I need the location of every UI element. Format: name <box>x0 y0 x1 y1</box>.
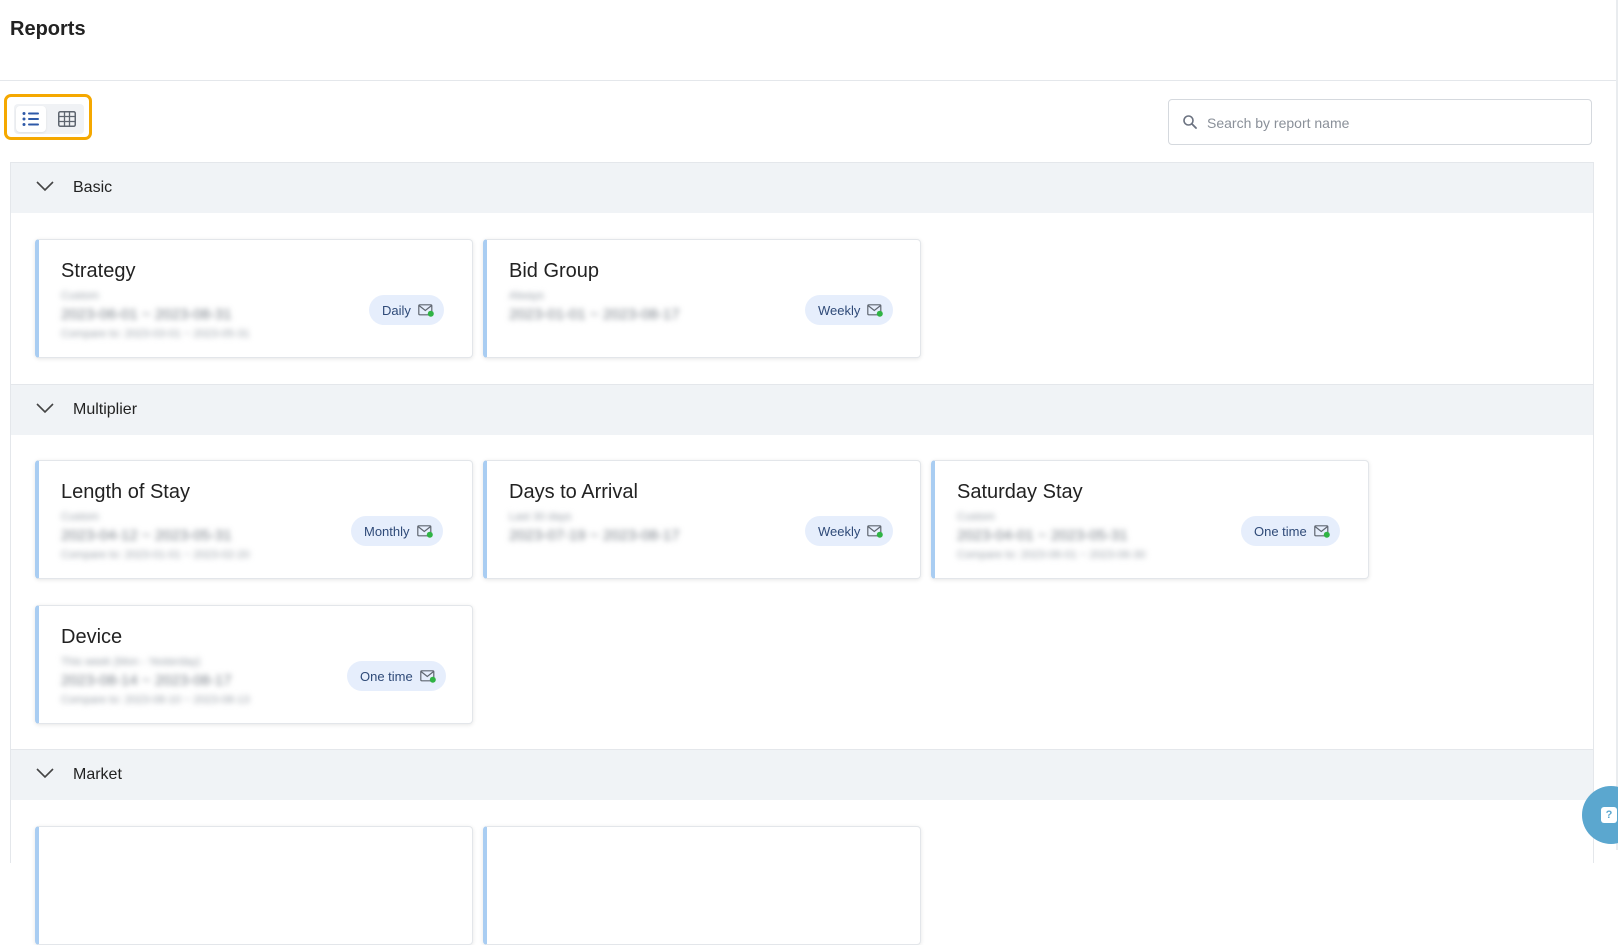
view-toggle-group <box>14 104 84 134</box>
scheduled-email-icon <box>1313 524 1330 538</box>
scheduled-email-icon <box>416 524 433 538</box>
report-card-days-to-arrival[interactable]: Days to Arrival Last 30 days 2023-07-19 … <box>483 460 921 579</box>
report-card-range: 2023-04-01 ~ 2023-05-31 <box>957 527 1128 544</box>
report-card-range: 2023-01-01 ~ 2023-08-17 <box>509 306 680 323</box>
report-card-period: This week (Mon - Yesterday) <box>61 656 201 668</box>
schedule-frequency: One time <box>1254 523 1307 539</box>
search-input[interactable] <box>1205 108 1579 138</box>
list-view-button[interactable] <box>16 106 46 132</box>
schedule-frequency: Daily <box>382 302 411 318</box>
help-chat-icon: ? <box>1601 807 1617 823</box>
group-header-multiplier[interactable]: Multiplier <box>11 385 1593 435</box>
report-card-title: Days to Arrival <box>509 481 638 503</box>
report-card-strategy[interactable]: Strategy Custom 2023-06-01 ~ 2023-08-31 … <box>35 239 473 358</box>
chevron-down-icon <box>36 181 54 192</box>
schedule-frequency: Weekly <box>818 523 861 539</box>
report-card-range: 2023-06-01 ~ 2023-08-31 <box>61 306 232 323</box>
report-card-range: 2023-08-14 ~ 2023-08-17 <box>61 672 232 689</box>
report-search-box <box>1168 99 1592 145</box>
report-card-length-of-stay[interactable]: Length of Stay Custom 2023-04-12 ~ 2023-… <box>35 460 473 579</box>
report-card-partial[interactable] <box>35 826 473 945</box>
reports-page: Reports Search by report name Basic Stra… <box>0 0 1618 945</box>
scheduled-email-icon <box>867 524 884 538</box>
scheduled-email-icon <box>867 303 884 317</box>
chevron-down-icon <box>36 768 54 779</box>
report-card-compare: Compare to: 2023-06-01 ~ 2023-06-30 <box>957 549 1146 561</box>
schedule-badge[interactable]: Weekly <box>805 516 894 546</box>
report-card-partial[interactable] <box>483 826 921 945</box>
schedule-badge[interactable]: Monthly <box>351 516 443 546</box>
report-card-compare: Compare to: 2023-01-01 ~ 2023-02-20 <box>61 549 250 561</box>
report-card-period: Last 30 days <box>509 511 572 523</box>
report-card-period: Custom <box>61 290 99 302</box>
schedule-frequency: Monthly <box>364 523 410 539</box>
report-card-period: Custom <box>61 511 99 523</box>
report-card-saturday-stay[interactable]: Saturday Stay Custom 2023-04-01 ~ 2023-0… <box>931 460 1369 579</box>
report-card-range: 2023-07-19 ~ 2023-08-17 <box>509 527 680 544</box>
group-title: Basic <box>73 179 113 196</box>
report-card-period: Custom <box>957 511 995 523</box>
scheduled-email-icon <box>418 303 434 317</box>
schedule-frequency: Weekly <box>818 302 861 318</box>
schedule-badge[interactable]: Daily <box>369 295 444 325</box>
list-view-icon <box>22 112 39 126</box>
group-header-basic[interactable]: Basic <box>11 163 1593 213</box>
grid-view-button[interactable] <box>52 106 82 132</box>
chevron-down-icon <box>36 403 54 414</box>
page-title: Reports <box>10 18 86 40</box>
report-card-range: 2023-04-12 ~ 2023-05-31 <box>61 527 232 544</box>
schedule-badge[interactable]: Weekly <box>805 295 894 325</box>
report-groups: Basic Strategy Custom 2023-06-01 ~ 2023-… <box>10 162 1594 945</box>
grid-view-icon <box>58 111 76 127</box>
scheduled-email-icon <box>419 669 436 683</box>
group-header-market[interactable]: Market <box>11 750 1593 800</box>
view-toggle <box>4 94 92 140</box>
report-card-title: Bid Group <box>509 260 600 282</box>
report-card-title: Length of Stay <box>61 481 190 503</box>
group-title: Market <box>73 766 122 783</box>
group-title: Multiplier <box>73 401 138 418</box>
report-card-bid-group[interactable]: Bid Group Always 2023-01-01 ~ 2023-08-17… <box>483 239 921 358</box>
report-card-title: Saturday Stay <box>957 481 1083 503</box>
schedule-badge[interactable]: One time <box>1241 516 1340 546</box>
report-card-title: Device <box>61 626 123 648</box>
report-card-compare: Compare to: 2023-03-01 ~ 2023-05-31 <box>61 328 250 340</box>
page-header: Reports <box>0 0 1616 81</box>
report-card-period: Always <box>509 290 544 302</box>
schedule-frequency: One time <box>360 668 413 684</box>
report-card-title: Strategy <box>61 260 136 282</box>
report-card-device[interactable]: Device This week (Mon - Yesterday) 2023-… <box>35 605 473 724</box>
report-card-compare: Compare to: 2023-08-10 ~ 2023-08-13 <box>61 694 250 706</box>
search-icon <box>1183 115 1197 129</box>
schedule-badge[interactable]: One time <box>347 661 446 691</box>
